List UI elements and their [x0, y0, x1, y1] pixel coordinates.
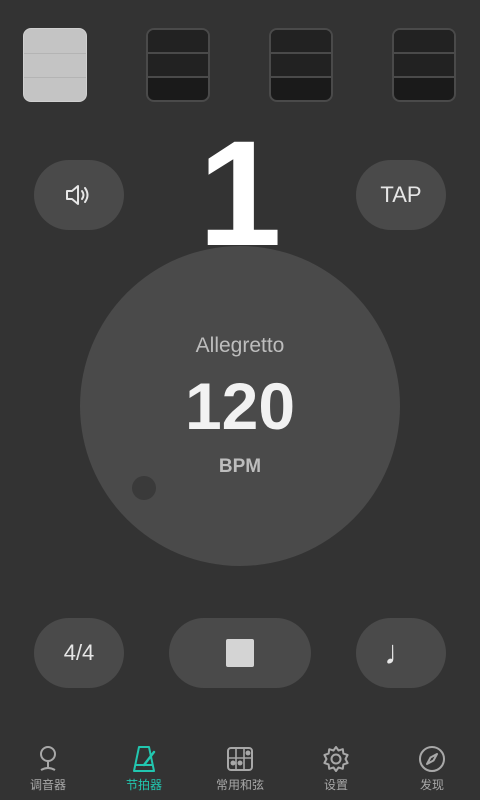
bottom-tab-bar: 调音器 节拍器 常用和弦 设置 发现	[0, 736, 480, 800]
tempo-name: Allegretto	[195, 334, 285, 357]
beat-indicator-1	[23, 28, 87, 102]
beat-indicator-2	[146, 28, 210, 102]
tab-settings[interactable]: 设置	[288, 736, 384, 800]
tab-label: 设置	[323, 778, 348, 792]
tab-label: 调音器	[29, 778, 66, 792]
beat-indicator-4	[392, 28, 456, 102]
speaker-icon	[66, 185, 89, 205]
note-value-button[interactable]: ♩	[356, 618, 446, 688]
tab-discover[interactable]: 发现	[384, 736, 480, 800]
tab-label: 常用和弦	[215, 778, 264, 792]
tap-button[interactable]: TAP	[356, 160, 446, 230]
sound-toggle-button[interactable]	[34, 160, 124, 230]
play-stop-button[interactable]	[169, 618, 311, 688]
compass-icon	[419, 746, 445, 772]
tab-metronome[interactable]: 节拍器	[96, 736, 192, 800]
dial-knob[interactable]	[132, 476, 156, 500]
gear-icon	[323, 746, 349, 772]
tuner-pin-icon	[40, 746, 56, 771]
metronome-icon	[133, 746, 156, 772]
beat-indicator-3	[269, 28, 333, 102]
tab-label: 节拍器	[125, 778, 162, 792]
tab-label: 发现	[419, 778, 444, 792]
bpm-unit-label: BPM	[218, 456, 262, 477]
chord-grid-icon	[227, 747, 253, 771]
time-signature-button[interactable]: 4/4	[34, 618, 124, 688]
tempo-dial[interactable]: Allegretto 120 BPM	[80, 246, 400, 566]
tab-tuner[interactable]: 调音器	[0, 736, 96, 800]
tab-chords[interactable]: 常用和弦	[192, 736, 288, 800]
bpm-value: 120	[184, 369, 296, 443]
stop-icon	[226, 639, 254, 667]
